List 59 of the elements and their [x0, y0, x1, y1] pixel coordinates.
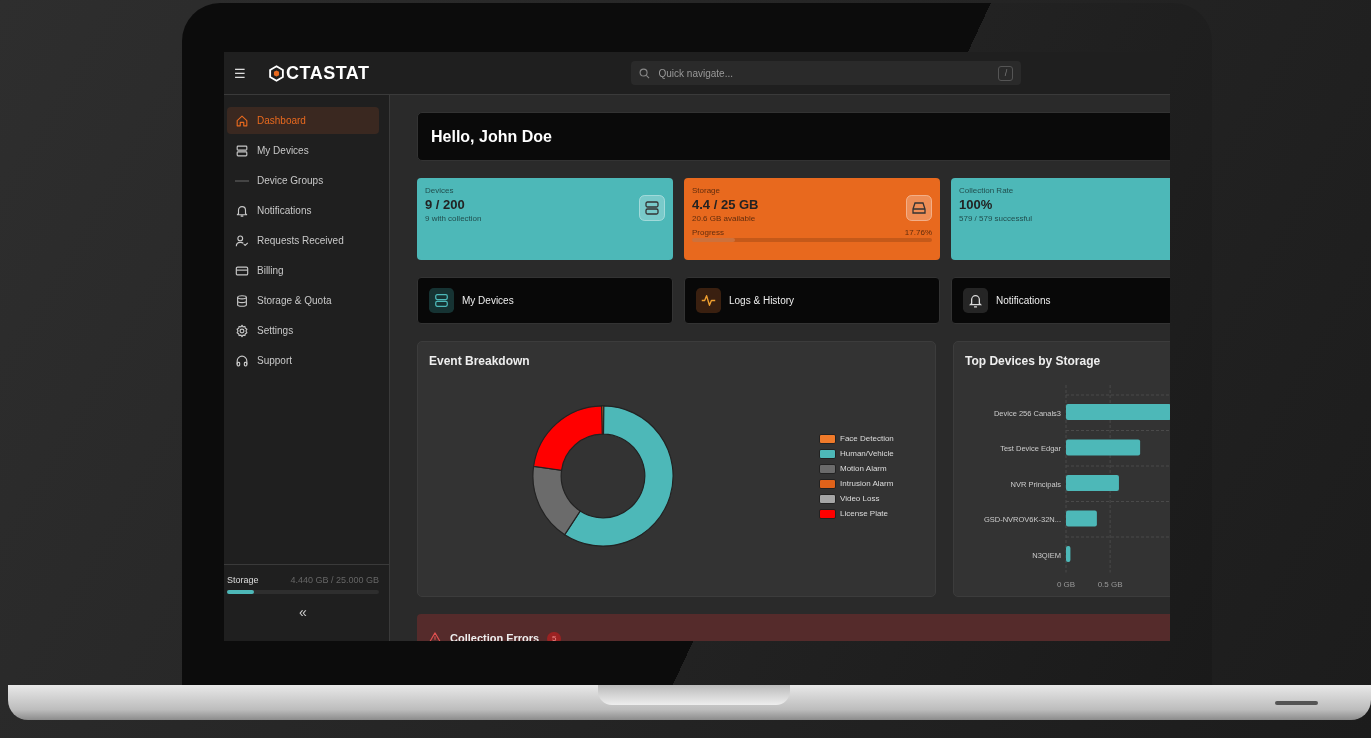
progress-label: Progress	[692, 228, 724, 237]
search-icon	[639, 67, 651, 79]
hard-drive-icon	[906, 195, 932, 221]
stat-value: 4.4 / 25 GB	[692, 197, 759, 212]
sidebar-item[interactable]: My Devices	[227, 137, 379, 164]
sidebar-item[interactable]: Notifications	[227, 197, 379, 224]
card-title: Top Devices by Storage	[965, 354, 1102, 368]
server-icon	[429, 288, 454, 313]
stat-label: Devices	[425, 186, 455, 195]
stat-detail: 579 / 579 successful	[959, 214, 1032, 223]
stat-label: Storage	[692, 186, 722, 195]
card-title: Event Breakdown	[429, 354, 531, 368]
server-icon	[639, 195, 665, 221]
sidebar-item[interactable]: Device Groups	[227, 167, 379, 194]
sidebar-item[interactable]: Storage & Quota	[227, 287, 379, 314]
sidebar-item[interactable]: Settings	[227, 317, 379, 344]
server-icon	[235, 143, 249, 158]
legend-label: Human/Vehicle	[840, 449, 894, 458]
activity-icon	[696, 288, 721, 313]
warning-icon	[428, 632, 442, 641]
shortcut-key: /	[998, 65, 1014, 81]
sidebar-item[interactable]: Requests Received	[227, 227, 379, 254]
search-input[interactable]: Quick navigate...	[656, 66, 993, 80]
error-count-badge: 5	[547, 631, 562, 641]
tick-label: 0.5 GB	[1097, 579, 1123, 589]
tick-label: 0 GB	[1056, 579, 1076, 589]
hexagon-logo-icon	[268, 64, 285, 82]
stat-detail: 9 with collection	[425, 214, 482, 223]
headphones-icon	[235, 353, 249, 368]
bell-icon	[235, 203, 249, 218]
user-check-icon	[235, 233, 249, 248]
sidebar-item[interactable]: Billing	[227, 257, 379, 284]
quick-link[interactable]: Notifications	[951, 277, 1170, 324]
storage-label: Storage	[227, 575, 259, 585]
legend-label: Intrusion Alarm	[840, 479, 894, 488]
quick-link[interactable]: My Devices	[417, 277, 673, 324]
legend-label: Video Loss	[840, 494, 880, 503]
progress-reading: 17.76%	[904, 228, 932, 237]
home-icon	[235, 113, 249, 128]
settings-icon	[235, 323, 249, 338]
sidebar-item[interactable]: Support	[227, 347, 379, 374]
stat-value: 100%	[959, 197, 994, 212]
dash-icon	[235, 179, 249, 182]
stat-value: 9 / 200	[425, 197, 466, 212]
bell-icon	[963, 288, 988, 313]
database-icon	[235, 293, 249, 308]
logo: CTASTAT	[268, 62, 370, 84]
menu-icon[interactable]: ☰	[234, 65, 248, 81]
legend-label: License Plate	[840, 509, 889, 518]
stat-detail: 20.6 GB available	[692, 214, 757, 223]
quick-link[interactable]: Logs & History	[684, 277, 940, 324]
card-icon	[235, 263, 249, 278]
legend-label: Face Detection	[840, 434, 894, 443]
sidebar-item[interactable]: Dashboard	[227, 107, 379, 134]
greeting: Hello, John Doe	[431, 127, 552, 146]
stat-label: Collection Rate	[959, 186, 1015, 195]
legend-label: Motion Alarm	[840, 464, 887, 473]
storage-reading: 4.440 GB / 25.000 GB	[290, 575, 379, 585]
collapse-button[interactable]: «	[295, 604, 311, 620]
